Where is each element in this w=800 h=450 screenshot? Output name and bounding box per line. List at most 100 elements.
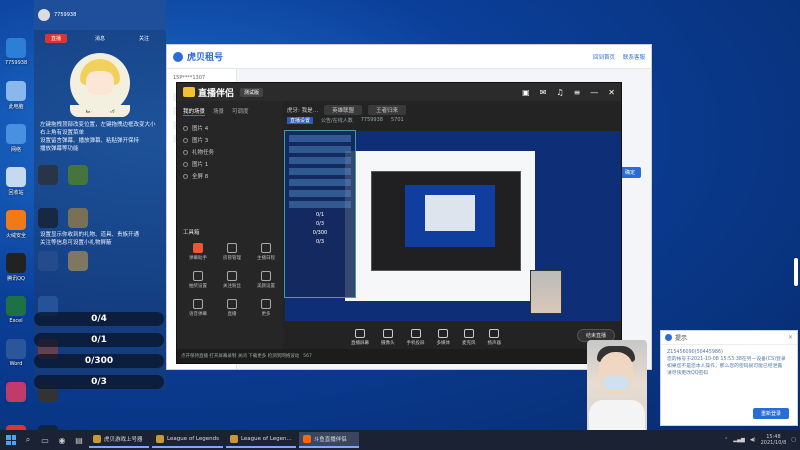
desktop-icon-label: 7759938 xyxy=(4,60,28,66)
mini-overlay[interactable]: 0/1 0/3 0/300 0/3 xyxy=(284,130,356,298)
desktop-icon[interactable]: Word xyxy=(2,339,30,379)
toolbox-item-label: 美颜设置 xyxy=(257,284,275,289)
tab-my-scenes[interactable]: 我的场景 xyxy=(183,107,206,116)
home-link[interactable]: 回到首页 xyxy=(593,53,615,61)
streaming-app-window[interactable]: 直播伴侣 测试版 ▣ ✉ ♫ ≡ — ✕ 我的场景 场景 可调度 图片 4 图片… xyxy=(176,82,622,364)
toolbox-item-label: 更多 xyxy=(261,312,271,317)
desktop-icon-label: 腾讯QQ xyxy=(7,276,25,282)
logo-icon xyxy=(183,87,195,97)
source-tool[interactable]: 手机投屏 xyxy=(407,328,425,346)
toolbox-item-label: 抽奖设置 xyxy=(189,284,207,289)
eye-icon[interactable] xyxy=(183,137,188,143)
gift-icon[interactable]: ▣ xyxy=(522,88,530,97)
stream-settings-chip[interactable]: 直播设置 xyxy=(287,117,314,124)
tool-icon xyxy=(227,271,237,281)
taskbar-app-label: League of Legen... xyxy=(240,436,292,442)
network-icon[interactable]: ▂▄▆ xyxy=(733,437,745,443)
source-tool-label: 摄像头 xyxy=(381,340,395,346)
category-field[interactable]: 英雄联盟 xyxy=(324,105,363,115)
desktop-icon[interactable]: 网络 xyxy=(2,124,30,164)
desktop-icon[interactable]: 回收站 xyxy=(2,167,30,207)
eye-icon[interactable] xyxy=(183,125,188,131)
chrome-icon[interactable]: ◉ xyxy=(55,433,69,447)
close-icon[interactable]: ✕ xyxy=(608,88,615,97)
desktop-icon[interactable]: 腾讯QQ xyxy=(2,253,30,293)
volume-icon[interactable]: ◀) xyxy=(750,437,756,443)
toolbox-item[interactable]: 更多 xyxy=(249,294,283,322)
site-logo[interactable]: 虎贝租号 xyxy=(187,50,223,63)
toolbox-item[interactable]: 弹幕助手 xyxy=(181,238,215,266)
scene-item[interactable]: 全屏 8 xyxy=(177,170,283,182)
browser-header: 虎贝租号 回到首页 联系客服 xyxy=(167,45,651,69)
tray-chevron-icon[interactable]: ⌃ xyxy=(724,437,728,443)
eye-icon[interactable] xyxy=(183,173,188,179)
toolbox-item[interactable]: 美颜设置 xyxy=(249,266,283,294)
mail-icon[interactable]: ✉ xyxy=(540,88,547,97)
side-handle[interactable] xyxy=(794,258,798,286)
close-icon[interactable]: ✕ xyxy=(788,334,793,341)
source-tool[interactable]: 多媒体 xyxy=(437,328,450,346)
start-button[interactable] xyxy=(4,433,18,447)
desktop-icon[interactable]: 7759938 xyxy=(2,38,30,78)
desktop-icon[interactable] xyxy=(2,382,30,422)
source-tool[interactable]: 麦克风 xyxy=(462,328,476,346)
task-view-icon[interactable]: ▭ xyxy=(38,433,52,447)
source-tool[interactable]: 扬声器 xyxy=(488,328,501,346)
taskbar-app[interactable]: League of Legends xyxy=(152,432,223,448)
explorer-icon[interactable]: ▤ xyxy=(72,433,86,447)
tab-follow[interactable]: 关注 xyxy=(133,34,155,43)
minimize-icon[interactable]: — xyxy=(590,88,598,97)
desktop-icon[interactable]: 此电脑 xyxy=(2,81,30,121)
bell-icon[interactable]: ♫ xyxy=(556,88,563,97)
mascot-image xyxy=(70,53,130,113)
tool-icon xyxy=(193,243,203,253)
toolbox-item[interactable]: 主播日程 xyxy=(249,238,283,266)
scene-item[interactable]: 礼物任务 xyxy=(177,146,283,158)
avatar xyxy=(38,9,50,21)
taskbar-app[interactable]: League of Legen... xyxy=(225,432,296,448)
toolbox-item-label: 主播日程 xyxy=(257,256,275,261)
scene-item[interactable]: 图片 3 xyxy=(177,134,283,146)
douyu-icon xyxy=(302,435,311,443)
toolbox-item[interactable]: 房管管理 xyxy=(215,238,249,266)
scene-item[interactable]: 图片 1 xyxy=(177,158,283,170)
relogin-button[interactable]: 重新登录 xyxy=(752,408,789,419)
tab-scenes[interactable]: 场景 xyxy=(213,107,224,116)
support-link[interactable]: 联系客服 xyxy=(623,53,645,61)
desktop-icon[interactable]: Excel xyxy=(2,296,30,336)
eye-icon[interactable] xyxy=(183,161,188,167)
source-tool[interactable]: 直播屏幕 xyxy=(351,328,369,346)
taskbar-app[interactable]: 斗鱼直播伴侣 xyxy=(298,432,359,448)
toolbox-item[interactable]: 抽奖设置 xyxy=(181,266,215,294)
version-tag[interactable]: 测试版 xyxy=(240,87,264,97)
toolbox-item[interactable]: 语音弹幕 xyxy=(181,294,215,322)
taskbar-app-label: 斗鱼直播伴侣 xyxy=(313,437,347,443)
task-progress-bar: 0/3 xyxy=(34,375,164,389)
desktop-icon[interactable]: 火绒安全 xyxy=(2,210,30,250)
tab-schedule[interactable]: 可调度 xyxy=(232,107,249,116)
source-tool-icon xyxy=(489,328,500,338)
taskbar-app[interactable]: 虎贝游戏上号器 xyxy=(89,432,149,448)
notification-center-icon[interactable]: ▢ xyxy=(791,437,796,443)
chat-panel-hint-2: 设置显示你收到的礼物、道具、贵族开通 关注等信息可设置小礼物屏蔽 xyxy=(40,232,140,246)
notice-text: 公告/在线人数 xyxy=(321,118,353,124)
toolbox-item[interactable]: 关注粉丝 xyxy=(215,266,249,294)
confirm-button[interactable]: 确定 xyxy=(618,167,641,178)
menu-icon[interactable]: ≡ xyxy=(574,88,581,97)
tab-live[interactable]: 直播 xyxy=(44,34,67,43)
stream-logo: 直播伴侣 xyxy=(183,86,234,99)
toolbox-item[interactable]: 直播 xyxy=(215,294,249,322)
task-progress-label: 0/300 xyxy=(84,356,114,366)
eye-icon[interactable] xyxy=(183,149,188,155)
desktop-icon-label: Excel xyxy=(9,318,23,324)
clock[interactable]: 15:48 2021/10/8 xyxy=(761,434,787,446)
source-tool-icon xyxy=(382,328,393,338)
notification-popup[interactable]: 提示 ✕ Z15456090(50445986) 您的帐号于2021-10-08… xyxy=(660,330,798,426)
toolbox-item-label: 关注粉丝 xyxy=(223,284,241,289)
stream-title-field[interactable]: 王者归来 xyxy=(368,105,407,115)
scene-label: 图片 4 xyxy=(192,126,209,132)
source-tool[interactable]: 摄像头 xyxy=(381,328,395,346)
scene-item[interactable]: 图片 4 xyxy=(177,122,283,134)
search-icon[interactable]: ⌕ xyxy=(21,433,35,447)
tab-messages[interactable]: 消息 xyxy=(89,34,111,43)
